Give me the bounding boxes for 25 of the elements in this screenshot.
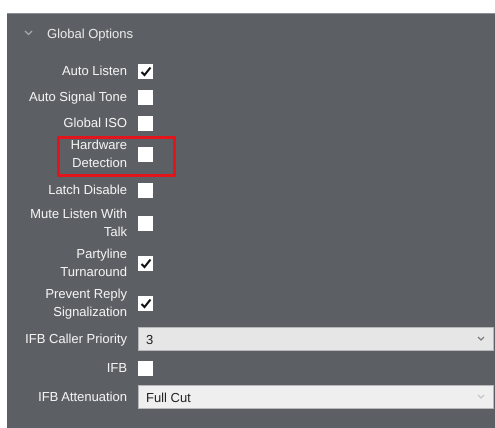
chevron-icon (477, 336, 485, 342)
dropdown[interactable]: 3 (138, 327, 494, 351)
option-label: Prevent Reply Signalization (44, 285, 127, 321)
chevron-icon[interactable] (24, 30, 33, 36)
checkbox[interactable] (138, 216, 153, 230)
option-label: IFB Caller Priority (24, 330, 127, 348)
option-label: Global ISO (62, 114, 127, 132)
option-label: IFB (106, 359, 127, 377)
checkbox[interactable] (138, 64, 153, 78)
option-label: Hardware Detection (70, 136, 127, 172)
option-label: Auto Listen (60, 62, 127, 80)
checkbox[interactable] (138, 360, 153, 376)
checkbox[interactable] (138, 182, 153, 198)
checkbox[interactable] (138, 90, 153, 104)
checkbox[interactable] (138, 116, 153, 130)
option-label: IFB Attenuation (37, 388, 127, 406)
option-label: Partyline Turnaround (59, 245, 127, 281)
checkbox[interactable] (138, 256, 153, 270)
checkbox[interactable] (138, 146, 153, 162)
option-label: Mute Listen With Talk (29, 205, 127, 241)
option-label: Latch Disable (47, 181, 127, 199)
chevron-icon (477, 394, 485, 400)
section-title: Global Options (47, 26, 133, 40)
checkbox[interactable] (138, 296, 153, 310)
option-label: Auto Signal Tone (28, 88, 127, 106)
